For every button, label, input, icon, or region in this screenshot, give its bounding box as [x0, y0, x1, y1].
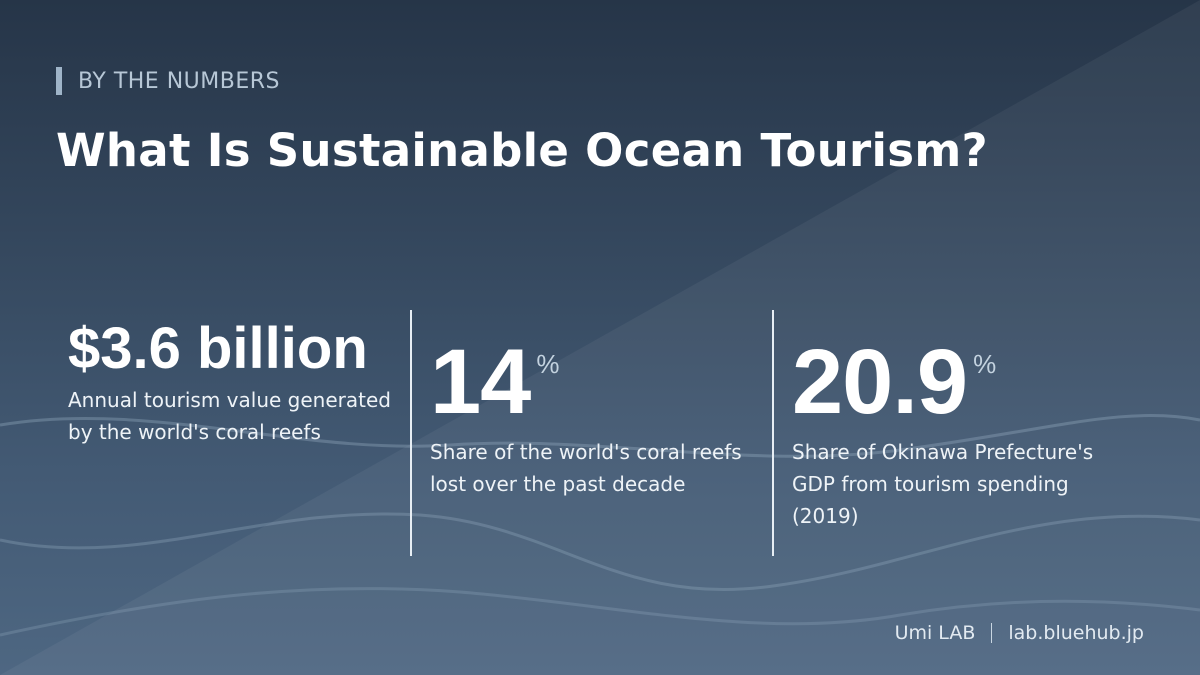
stat-description: Share of Okinawa Prefecture's GDP from t… [792, 440, 1094, 528]
footer-separator [991, 623, 993, 643]
stat-divider [772, 310, 774, 556]
brand-name: Umi LAB [894, 622, 976, 644]
stat-reef-tourism-value: $3.6 billion Annual tourism value genera… [68, 320, 398, 448]
stat-value: 14 [430, 331, 531, 433]
stat-divider [410, 310, 412, 556]
footer-credit: Umi LAB lab.bluehub.jp [895, 622, 1144, 644]
stat-description: Share of the world's coral reefs lost ov… [430, 440, 742, 496]
stat-okinawa-gdp-share: 20.9% Share of Okinawa Prefecture's GDP … [792, 336, 1132, 532]
stat-unit: % [973, 349, 997, 379]
stat-value: 20.9 [792, 331, 968, 433]
section-eyebrow: BY THE NUMBERS [56, 66, 280, 96]
stat-unit: % [536, 349, 560, 379]
page-title: What Is Sustainable Ocean Tourism? [56, 124, 988, 177]
stat-description: Annual tourism value generated by the wo… [68, 388, 391, 444]
site-url: lab.bluehub.jp [1008, 622, 1144, 644]
eyebrow-label: BY THE NUMBERS [78, 68, 280, 94]
stat-reefs-lost: 14% Share of the world's coral reefs los… [430, 336, 760, 500]
stat-value: $3.6 billion [68, 316, 368, 381]
eyebrow-accent-bar [56, 67, 62, 95]
